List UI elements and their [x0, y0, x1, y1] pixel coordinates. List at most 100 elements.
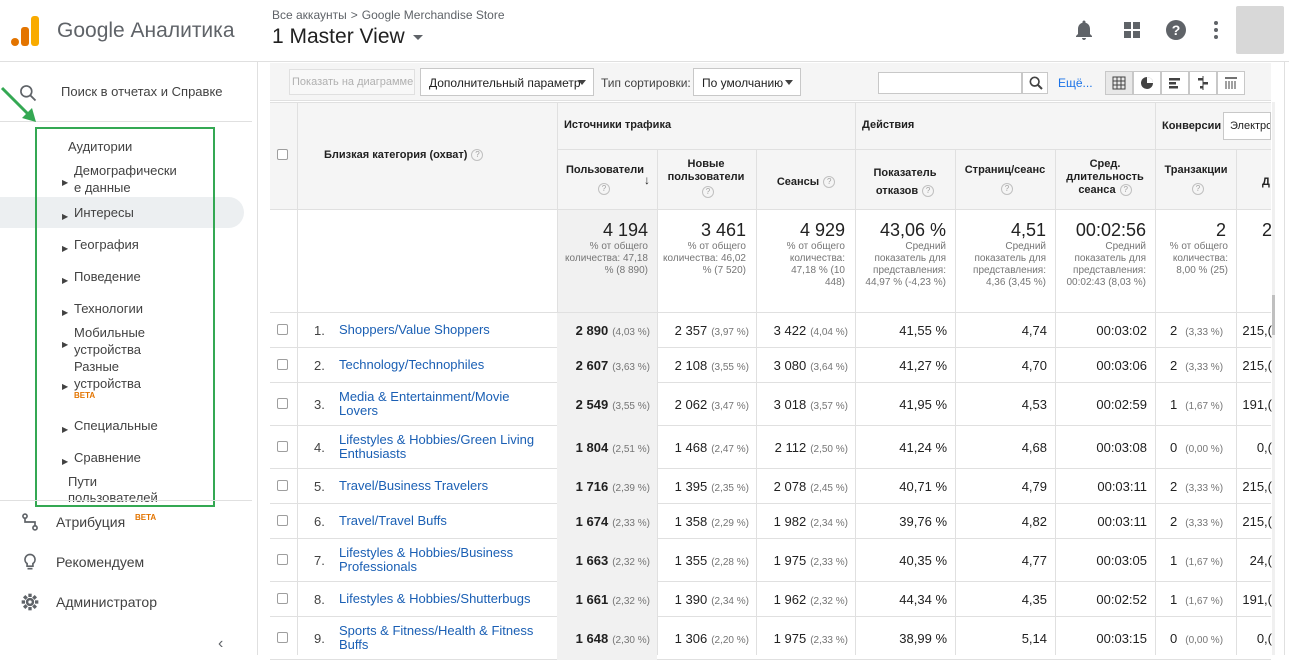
category-link[interactable]: Shoppers/Value Shoppers: [339, 322, 549, 337]
help-icon[interactable]: ?: [1164, 18, 1188, 42]
cell-sessions: 1 975 (2,33 %): [773, 630, 848, 646]
scrollbar-thumb[interactable]: [1272, 295, 1275, 335]
product-name[interactable]: Google Аналитика: [57, 19, 235, 43]
apps-grid-icon[interactable]: [1120, 18, 1144, 42]
total-sessions-sub: % от общего количества: 47,18 % (10 448): [786, 241, 845, 288]
cell-pages: 4,70: [1021, 357, 1047, 373]
dimension-header[interactable]: Близкая категория (охват)?: [324, 149, 484, 162]
col-new-users[interactable]: Новые пользователи?: [665, 158, 747, 198]
select-all-checkbox[interactable]: [277, 149, 288, 160]
cell-sessions: 3 018 (3,57 %): [773, 396, 848, 412]
col-bounce-rate[interactable]: Показатель отказов?: [858, 164, 952, 200]
row-number: 5.: [314, 478, 325, 494]
cell-bounce-rate: 41,95 %: [899, 396, 947, 412]
category-link[interactable]: Travel/Business Travelers: [339, 478, 549, 493]
cell-revenue: 0,(: [1256, 439, 1272, 455]
row-checkbox[interactable]: [277, 479, 288, 491]
beta-badge: BETA: [135, 513, 157, 522]
row-checkbox[interactable]: [277, 631, 288, 643]
help-icon[interactable]: ?: [1001, 183, 1013, 195]
category-link[interactable]: Lifestyles & Hobbies/Shutterbugs: [339, 591, 549, 606]
view-performance-button[interactable]: [1161, 71, 1189, 95]
col-transactions[interactable]: Транзакции?: [1158, 164, 1234, 195]
cell-new-users: 1 468 (2,47 %): [674, 439, 749, 455]
help-icon[interactable]: ?: [1119, 184, 1132, 197]
row-number: 2.: [314, 357, 325, 373]
row-checkbox[interactable]: [277, 358, 288, 370]
row-checkbox[interactable]: [277, 397, 288, 409]
category-link[interactable]: Media & Entertainment/Movie Lovers: [339, 390, 549, 418]
col-pages-per-session[interactable]: Страниц/сеанс?: [958, 164, 1052, 195]
cell-transactions: 0 (0,00 %): [1170, 630, 1224, 646]
highlight-box: [35, 127, 215, 507]
secondary-dimension-dropdown[interactable]: Дополнительный параметр: [420, 68, 594, 96]
sidebar-item-discover[interactable]: Рекомендуем: [0, 542, 252, 582]
cell-revenue: 24,(: [1249, 552, 1272, 568]
row-checkbox[interactable]: [277, 323, 288, 335]
help-icon[interactable]: ?: [1192, 183, 1204, 195]
lightbulb-icon: [24, 553, 36, 570]
svg-text:?: ?: [1172, 22, 1181, 38]
advanced-filter-link[interactable]: Ещё...: [1058, 76, 1093, 90]
report-toolbar: Показать на диаграмме Дополнительный пар…: [270, 63, 1271, 101]
table-search-button[interactable]: [1022, 72, 1048, 94]
help-icon[interactable]: ?: [702, 186, 714, 198]
total-new-users: 3 461: [700, 220, 746, 240]
cell-duration: 00:02:52: [1096, 591, 1147, 607]
bell-icon[interactable]: [1072, 18, 1096, 42]
view-comparison-button[interactable]: [1189, 71, 1217, 95]
cell-sessions: 1 962 (2,32 %): [773, 591, 848, 607]
category-link[interactable]: Technology/Technophiles: [339, 357, 549, 372]
breadcrumb[interactable]: Все аккаунты > Google Merchandise Store: [272, 8, 509, 22]
sidebar-item-admin[interactable]: Администратор: [0, 582, 252, 622]
breadcrumb-separator: >: [350, 8, 358, 22]
table-search-input[interactable]: [878, 72, 1022, 94]
view-table-button[interactable]: [1105, 71, 1133, 95]
category-link[interactable]: Lifestyles & Hobbies/Green Living Enthus…: [339, 433, 549, 461]
breadcrumb-property[interactable]: Google Merchandise Store: [362, 8, 505, 22]
caret-down-icon: [412, 34, 423, 40]
cell-pages: 4,68: [1021, 439, 1047, 455]
col-users[interactable]: Пользователи ↓ ?: [560, 164, 656, 195]
view-selector[interactable]: 1 Master View: [272, 25, 423, 49]
more-vert-icon[interactable]: [1204, 18, 1228, 42]
row-checkbox[interactable]: [277, 553, 288, 565]
collapse-sidebar-button[interactable]: ‹: [218, 635, 223, 653]
scrollbar[interactable]: [1272, 102, 1275, 655]
cell-new-users: 2 357 (3,97 %): [674, 322, 749, 338]
breadcrumb-accounts[interactable]: Все аккаунты: [272, 8, 347, 22]
cell-new-users: 2 062 (3,47 %): [674, 396, 749, 412]
total-pages: 4,51: [1010, 220, 1046, 240]
total-pages-sub: Средний показатель для представления: 4,…: [973, 241, 1046, 288]
cell-bounce-rate: 40,71 %: [899, 478, 947, 494]
cell-revenue: 215,(: [1242, 322, 1272, 338]
category-link[interactable]: Lifestyles & Hobbies/Business Profession…: [339, 546, 549, 574]
help-icon[interactable]: ?: [922, 185, 935, 198]
analytics-logo[interactable]: [10, 14, 40, 46]
table-grid-icon: [1112, 76, 1126, 90]
avatar[interactable]: [1236, 6, 1284, 54]
sidebar-item-attribution[interactable]: Атрибуция BETA: [0, 502, 252, 542]
help-icon[interactable]: ?: [471, 149, 484, 162]
view-pivot-button[interactable]: [1217, 71, 1245, 95]
view-pie-button[interactable]: [1133, 71, 1161, 95]
help-icon[interactable]: ?: [598, 183, 610, 195]
cell-revenue: 215,(: [1242, 513, 1272, 529]
plot-rows-button[interactable]: Показать на диаграмме: [289, 69, 415, 95]
sort-type-dropdown[interactable]: По умолчанию: [693, 68, 801, 96]
search-icon: [1029, 76, 1043, 90]
cell-duration: 00:03:06: [1096, 357, 1147, 373]
col-avg-session-duration[interactable]: Сред. длительность сеанса?: [1064, 158, 1146, 197]
col-sessions[interactable]: Сеансы?: [758, 176, 854, 189]
row-checkbox[interactable]: [277, 440, 288, 452]
goal-selector-dropdown[interactable]: Электро: [1223, 112, 1271, 140]
category-link[interactable]: Sports & Fitness/Health & Fitness Buffs: [339, 624, 549, 652]
row-checkbox[interactable]: [277, 592, 288, 604]
row-checkbox[interactable]: [277, 514, 288, 526]
cell-duration: 00:03:08: [1096, 439, 1147, 455]
cell-users: 1 661 (2,32 %): [575, 591, 650, 607]
category-link[interactable]: Travel/Travel Buffs: [339, 513, 549, 528]
cell-users: 1 663 (2,32 %): [575, 552, 650, 568]
help-icon[interactable]: ?: [823, 176, 836, 189]
cell-duration: 00:03:11: [1097, 513, 1147, 529]
